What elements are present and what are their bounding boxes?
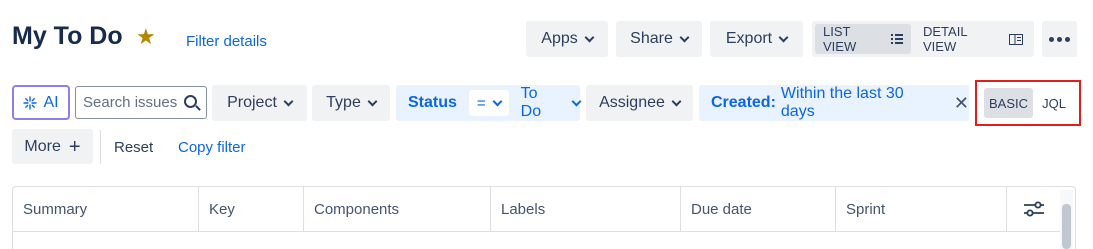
- status-operator-select[interactable]: =: [468, 90, 509, 116]
- chevron-down-icon: [778, 32, 789, 42]
- search-icon: [184, 95, 197, 108]
- view-toggle: LIST VIEW DETAIL VIEW: [812, 21, 1034, 57]
- apps-label: Apps: [541, 30, 578, 47]
- reset-button[interactable]: Reset: [114, 139, 153, 156]
- type-filter[interactable]: Type: [312, 85, 390, 121]
- sparkle-icon: [23, 95, 38, 110]
- more-label: More: [24, 137, 61, 155]
- search-input[interactable]: Search issues: [75, 86, 207, 119]
- column-header-labels[interactable]: Labels: [491, 187, 681, 231]
- column-header-components[interactable]: Components: [304, 187, 491, 231]
- chevron-down-icon: [679, 32, 690, 42]
- share-button[interactable]: Share: [616, 21, 702, 57]
- share-label: Share: [630, 30, 673, 47]
- table-header: Summary Key Components Labels Due date S…: [13, 187, 1061, 232]
- created-filter[interactable]: Created: Within the last 30 days ✕: [699, 85, 969, 121]
- list-view-label: LIST VIEW: [823, 24, 857, 54]
- apps-button[interactable]: Apps: [526, 21, 608, 57]
- column-settings-button[interactable]: [1007, 187, 1061, 231]
- plus-icon: +: [68, 135, 81, 158]
- column-header-sprint[interactable]: Sprint: [836, 187, 1007, 231]
- sliders-icon: [1024, 201, 1044, 217]
- filter-details-link[interactable]: Filter details: [186, 33, 267, 50]
- more-filters-button[interactable]: More +: [12, 129, 93, 164]
- status-operator: =: [476, 94, 486, 112]
- status-value: To Do: [520, 85, 542, 120]
- export-button[interactable]: Export: [710, 21, 803, 57]
- detail-view-icon: [1009, 33, 1023, 45]
- project-label: Project: [227, 94, 277, 111]
- column-header-key[interactable]: Key: [199, 187, 304, 231]
- issues-table: Summary Key Components Labels Due date S…: [12, 186, 1076, 249]
- chevron-down-icon: [283, 96, 294, 106]
- dot-icon: [1065, 36, 1070, 42]
- ai-label: AI: [43, 93, 59, 111]
- highlight-box: [975, 80, 1081, 126]
- chevron-down-icon: [671, 96, 682, 106]
- dot-icon: [1049, 36, 1054, 42]
- close-icon[interactable]: ✕: [954, 93, 969, 114]
- status-label: Status: [408, 94, 457, 111]
- ai-button[interactable]: AI: [12, 85, 70, 120]
- detail-view-button[interactable]: DETAIL VIEW: [915, 24, 1031, 54]
- chevron-down-icon: [571, 96, 582, 106]
- chevron-down-icon: [492, 96, 503, 106]
- detail-view-label: DETAIL VIEW: [923, 24, 968, 54]
- dot-icon: [1057, 36, 1062, 42]
- type-label: Type: [326, 94, 361, 111]
- assignee-label: Assignee: [599, 94, 665, 111]
- search-placeholder: Search issues: [83, 94, 178, 111]
- created-label: Created:: [711, 94, 776, 111]
- status-filter[interactable]: Status = To Do: [396, 85, 582, 121]
- project-filter[interactable]: Project: [212, 85, 307, 121]
- chevron-down-icon: [584, 32, 595, 42]
- page-title: My To Do: [12, 22, 123, 50]
- more-actions-button[interactable]: [1042, 21, 1077, 57]
- copy-filter-button[interactable]: Copy filter: [178, 139, 246, 156]
- scrollbar-thumb[interactable]: [1062, 204, 1071, 249]
- column-header-due-date[interactable]: Due date: [681, 187, 836, 231]
- scrollbar[interactable]: [1060, 190, 1073, 249]
- assignee-filter[interactable]: Assignee: [586, 85, 693, 121]
- star-icon[interactable]: ★: [136, 26, 156, 48]
- list-view-button[interactable]: LIST VIEW: [815, 24, 911, 54]
- chevron-down-icon: [367, 96, 378, 106]
- export-label: Export: [725, 30, 773, 47]
- list-icon: [891, 34, 903, 44]
- divider: [100, 130, 101, 164]
- created-value: Within the last 30 days: [780, 85, 904, 120]
- column-header-summary[interactable]: Summary: [13, 187, 199, 231]
